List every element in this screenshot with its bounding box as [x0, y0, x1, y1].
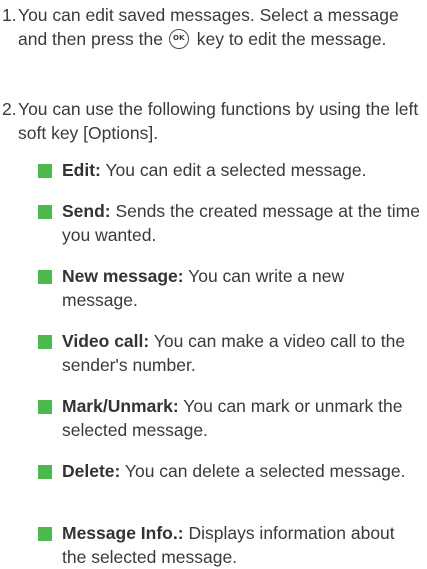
ok-key-icon: OK: [168, 28, 189, 49]
bullet-square-icon: [38, 164, 52, 178]
bullet-square-icon: [38, 270, 52, 284]
bullet-square-icon: [38, 465, 52, 479]
bullet-description: You can delete a selected message.: [124, 461, 406, 481]
step-text: You can edit saved messages. Select a me…: [18, 5, 399, 49]
list-item-new-message: New message: You can write a new message…: [38, 264, 420, 312]
document-page: 1. You can edit saved messages. Select a…: [0, 0, 427, 568]
bullet-term: Edit:: [62, 160, 101, 180]
bullet-term: New message:: [62, 266, 184, 286]
step-1: 1. You can edit saved messages. Select a…: [0, 3, 420, 51]
bullet-term: Send:: [62, 201, 111, 221]
list-item-send: Send: Sends the created message at the t…: [38, 199, 420, 247]
list-item-edit: Edit: You can edit a selected message.: [38, 158, 420, 182]
step-number: 1.: [2, 5, 17, 25]
bullet-term: Delete:: [62, 461, 121, 481]
bullet-square-icon: [38, 335, 52, 349]
bullet-description: Sends the created message at the time yo…: [62, 201, 420, 245]
bullet-square-icon: [38, 400, 52, 414]
step-text: You can use the following functions by u…: [18, 99, 419, 143]
bullet-term: Mark/Unmark:: [62, 396, 179, 416]
bullet-square-icon: [38, 527, 52, 541]
step-number: 2.: [2, 99, 17, 119]
bullet-square-icon: [38, 205, 52, 219]
step-2: 2. You can use the following functions b…: [0, 97, 420, 145]
bullet-term: Message Info.:: [62, 523, 184, 543]
bullet-term: Video call:: [62, 331, 150, 351]
bullet-description: You can edit a selected message.: [105, 160, 367, 180]
list-item-mark-unmark: Mark/Unmark: You can mark or unmark the …: [38, 394, 420, 442]
list-item-delete: Delete: You can delete a selected messag…: [38, 459, 420, 483]
list-item-message-info: Message Info.: Displays information abou…: [38, 521, 420, 569]
list-item-video-call: Video call: You can make a video call to…: [38, 329, 420, 377]
